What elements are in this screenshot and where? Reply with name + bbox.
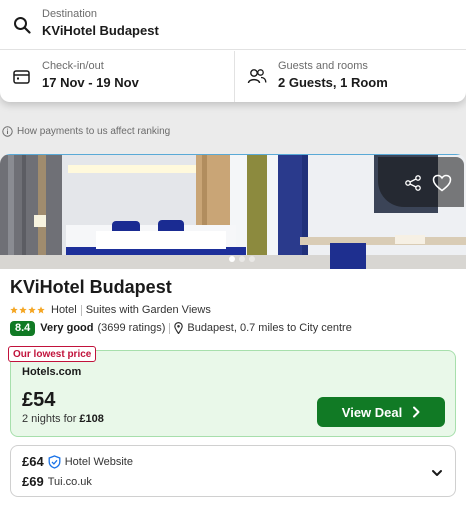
view-deal-button[interactable]: View Deal xyxy=(317,397,445,427)
review-score-label: Very good xyxy=(40,322,94,334)
hotel-name[interactable]: KViHotel Budapest xyxy=(10,277,172,298)
deal-provider: Hotels.com xyxy=(22,366,82,378)
location-pin-icon xyxy=(174,322,184,334)
pager-dot[interactable] xyxy=(239,256,245,262)
calendar-icon xyxy=(12,67,30,85)
chevron-down-icon[interactable] xyxy=(431,464,443,482)
offer-price: £64 xyxy=(22,454,44,469)
star-icon xyxy=(37,306,45,314)
chevron-right-icon xyxy=(412,406,420,418)
hotel-photo[interactable] xyxy=(0,154,466,269)
nights-text: 2 nights for xyxy=(22,413,77,425)
guests-label: Guests and rooms xyxy=(278,60,368,72)
meta-divider xyxy=(80,304,82,316)
search-summary-card: Destination KViHotel Budapest Check-in/o… xyxy=(0,0,466,102)
hotel-meta-row: Hotel Suites with Garden Views xyxy=(10,303,211,317)
review-score-badge: 8.4 xyxy=(10,320,36,336)
people-icon xyxy=(247,66,267,86)
offer-price: £69 xyxy=(22,474,44,489)
hotel-type: Hotel xyxy=(51,304,77,316)
guests-value: 2 Guests, 1 Room xyxy=(278,75,388,90)
heart-icon[interactable] xyxy=(432,174,452,192)
nights-total-price: £108 xyxy=(79,413,104,425)
meta-divider xyxy=(169,322,171,334)
star-icon xyxy=(10,306,18,314)
offer-row: £64 Hotel Website xyxy=(22,454,133,469)
search-icon xyxy=(12,15,32,35)
ranking-disclosure-link[interactable]: How payments to us affect ranking xyxy=(2,124,170,138)
dates-guests-row: Check-in/out 17 Nov - 19 Nov Guests and … xyxy=(0,51,466,102)
ratings-count: (3699 ratings) xyxy=(97,322,166,334)
share-icon[interactable] xyxy=(404,175,422,191)
offer-row: £69 Tui.co.uk xyxy=(22,474,92,489)
star-icon xyxy=(19,306,27,314)
other-offers-dropdown[interactable]: £64 Hotel Website £69 Tui.co.uk xyxy=(10,445,456,497)
dates-label: Check-in/out xyxy=(42,60,104,72)
shield-check-icon xyxy=(48,454,61,469)
info-icon xyxy=(2,125,13,137)
lowest-price-deal[interactable]: Hotels.com £54 2 nights for £108 View De… xyxy=(10,350,456,437)
rating-row: 8.4 Very good (3699 ratings) Budapest, 0… xyxy=(10,320,352,336)
dates-value: 17 Nov - 19 Nov xyxy=(42,75,139,90)
photo-actions-overlay xyxy=(378,157,464,207)
hotel-result-card[interactable]: KViHotel Budapest Hotel Suites with Gard… xyxy=(0,154,466,505)
photo-pager xyxy=(229,256,255,262)
star-icon xyxy=(28,306,36,314)
destination-field[interactable]: Destination KViHotel Budapest xyxy=(0,0,466,50)
dates-field[interactable]: Check-in/out 17 Nov - 19 Nov xyxy=(0,51,234,102)
hotel-feature: Suites with Garden Views xyxy=(85,304,211,316)
view-deal-label: View Deal xyxy=(341,404,403,420)
destination-value: KViHotel Budapest xyxy=(42,23,159,38)
guests-field[interactable]: Guests and rooms 2 Guests, 1 Room xyxy=(235,51,466,102)
destination-label: Destination xyxy=(42,8,98,20)
offer-source: Hotel Website xyxy=(64,455,133,468)
deal-price: £54 xyxy=(22,389,56,411)
lowest-price-badge: Our lowest price xyxy=(8,346,97,362)
deal-nights-total: 2 nights for £108 xyxy=(22,413,104,425)
offer-source: Tui.co.uk xyxy=(47,475,92,488)
pager-dot[interactable] xyxy=(249,256,255,262)
hotel-location: Budapest, 0.7 miles to City centre xyxy=(187,322,352,334)
star-rating xyxy=(10,306,45,314)
ranking-disclosure-text: How payments to us affect ranking xyxy=(17,125,171,137)
pager-dot[interactable] xyxy=(229,256,235,262)
